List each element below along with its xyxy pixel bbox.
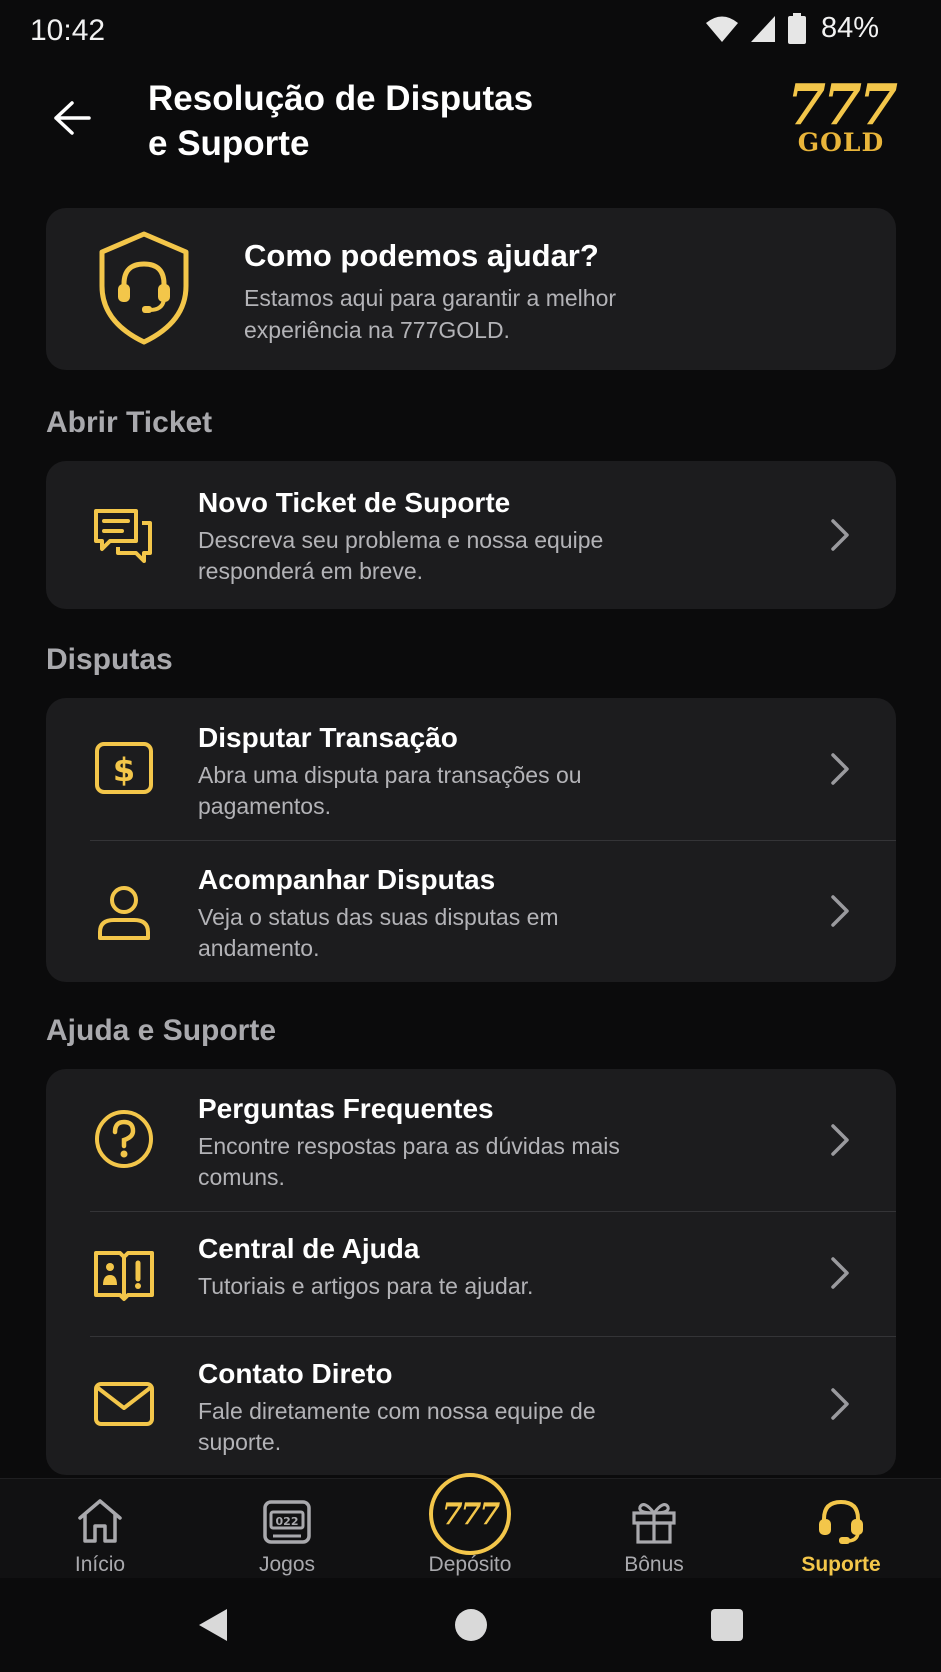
direct-contact-title: Contato Direto (198, 1358, 393, 1389)
nav-jogos[interactable]: 022 Jogos (207, 1479, 367, 1579)
page-title: Resolução de Disputas e Suporte (148, 76, 628, 166)
arrow-left-icon (54, 101, 91, 135)
shield-headset-icon (94, 230, 194, 346)
system-home-button[interactable] (448, 1602, 494, 1648)
nav-bonus[interactable]: Bônus (574, 1479, 734, 1579)
system-nav-bar (0, 1578, 941, 1672)
hero-title: Como podemos ajudar? (244, 238, 599, 273)
battery-icon (787, 12, 806, 44)
track-disputes-subtitle: Veja o status das suas disputas em andam… (198, 904, 559, 961)
track-disputes-title: Acompanhar Disputas (198, 864, 496, 895)
ticket-card: Novo Ticket de Suporte Descreva seu prob… (46, 461, 896, 609)
mail-icon (92, 1372, 156, 1436)
help-center-subtitle: Tutoriais e artigos para te ajudar. (198, 1273, 534, 1299)
chevron-right-icon (831, 1388, 849, 1420)
deposit-badge-text: 777 (441, 1496, 501, 1532)
nav-bonus-label: Bônus (624, 1553, 684, 1576)
nav-suporte-label: Suporte (801, 1553, 881, 1576)
row-divider (90, 840, 896, 841)
row-divider (90, 1336, 896, 1337)
svg-text:$: $ (113, 751, 135, 789)
new-ticket-subtitle: Descreva seu problema e nossa equipe res… (198, 527, 604, 584)
direct-contact-item[interactable]: Contato Direto Fale diretamente com noss… (46, 1336, 896, 1475)
page-title-line-2: e Suporte (148, 124, 310, 163)
row-divider (90, 1211, 896, 1212)
headset-icon (813, 1493, 869, 1549)
cellular-signal-icon (750, 15, 775, 42)
home-icon (72, 1493, 128, 1549)
nav-inicio[interactable]: Início (20, 1479, 180, 1579)
direct-contact-subtitle: Fale diretamente com nossa equipe de sup… (198, 1398, 596, 1455)
page-title-line-1: Resolução de Disputas (148, 79, 534, 118)
battery-percent: 84% (820, 12, 879, 44)
nav-suporte[interactable]: Suporte (761, 1479, 921, 1579)
wifi-icon (705, 16, 738, 42)
chevron-right-icon (831, 1257, 849, 1289)
faq-subtitle: Encontre respostas para as dúvidas mais … (198, 1133, 620, 1190)
faq-title: Perguntas Frequentes (198, 1093, 494, 1124)
status-time: 10:42 (30, 14, 106, 47)
logo-gold: GOLD (797, 128, 885, 157)
chevron-right-icon (831, 895, 849, 927)
status-bar: 10:42 84% (0, 0, 941, 60)
square-recents-icon (711, 1609, 743, 1641)
chevron-right-icon (831, 753, 849, 785)
help-center-item[interactable]: Central de Ajuda Tutoriais e artigos par… (46, 1211, 896, 1336)
book-icon (92, 1241, 156, 1305)
header: Resolução de Disputas e Suporte 777 GOLD (0, 60, 941, 190)
hero-subtitle: Estamos aqui para garantir a melhor expe… (244, 285, 617, 343)
bottom-nav: Início 022 Jogos 777 Depósito Bônus Supo… (0, 1473, 941, 1579)
help-card: Perguntas Frequentes Encontre respostas … (46, 1069, 896, 1475)
back-button[interactable] (42, 88, 102, 148)
user-icon (92, 880, 156, 944)
faq-item[interactable]: Perguntas Frequentes Encontre respostas … (46, 1069, 896, 1211)
circle-home-icon (455, 1609, 487, 1641)
dispute-transaction-subtitle: Abra uma disputa para transações ou paga… (198, 762, 582, 819)
help-hero-card: Como podemos ajudar? Estamos aqui para g… (46, 208, 896, 370)
svg-text:022: 022 (276, 1515, 299, 1528)
slot-machine-icon: 022 (259, 1493, 315, 1549)
system-back-button[interactable] (190, 1602, 236, 1648)
chat-bubbles-icon (92, 503, 156, 567)
chevron-right-icon (831, 1124, 849, 1156)
dollar-icon: $ (92, 736, 156, 800)
new-ticket-title: Novo Ticket de Suporte (198, 487, 511, 518)
brand-logo: 777 GOLD (785, 72, 898, 160)
section-title-ticket: Abrir Ticket (46, 406, 213, 439)
gift-icon (626, 1493, 682, 1549)
new-ticket-item[interactable]: Novo Ticket de Suporte Descreva seu prob… (46, 461, 896, 609)
nav-inicio-label: Início (74, 1553, 126, 1576)
dispute-transaction-title: Disputar Transação (198, 722, 458, 753)
dispute-transaction-item[interactable]: $ Disputar Transação Abra uma disputa pa… (46, 698, 896, 840)
triangle-back-icon (199, 1609, 227, 1641)
nav-deposito-label: Depósito (428, 1553, 512, 1576)
nav-deposito[interactable]: 777 Depósito (390, 1473, 550, 1579)
status-icons: 84% (705, 12, 879, 45)
disputes-card: $ Disputar Transação Abra uma disputa pa… (46, 698, 896, 982)
help-center-title: Central de Ajuda (198, 1233, 420, 1264)
nav-jogos-label: Jogos (258, 1553, 316, 1576)
section-title-disputes: Disputas (46, 643, 173, 676)
question-icon (92, 1107, 156, 1171)
section-title-help: Ajuda e Suporte (46, 1014, 277, 1047)
777-coin-icon: 777 (429, 1473, 511, 1555)
chevron-right-icon (831, 519, 849, 551)
track-disputes-item[interactable]: Acompanhar Disputas Veja o status das su… (46, 840, 896, 982)
system-recents-button[interactable] (704, 1602, 750, 1648)
